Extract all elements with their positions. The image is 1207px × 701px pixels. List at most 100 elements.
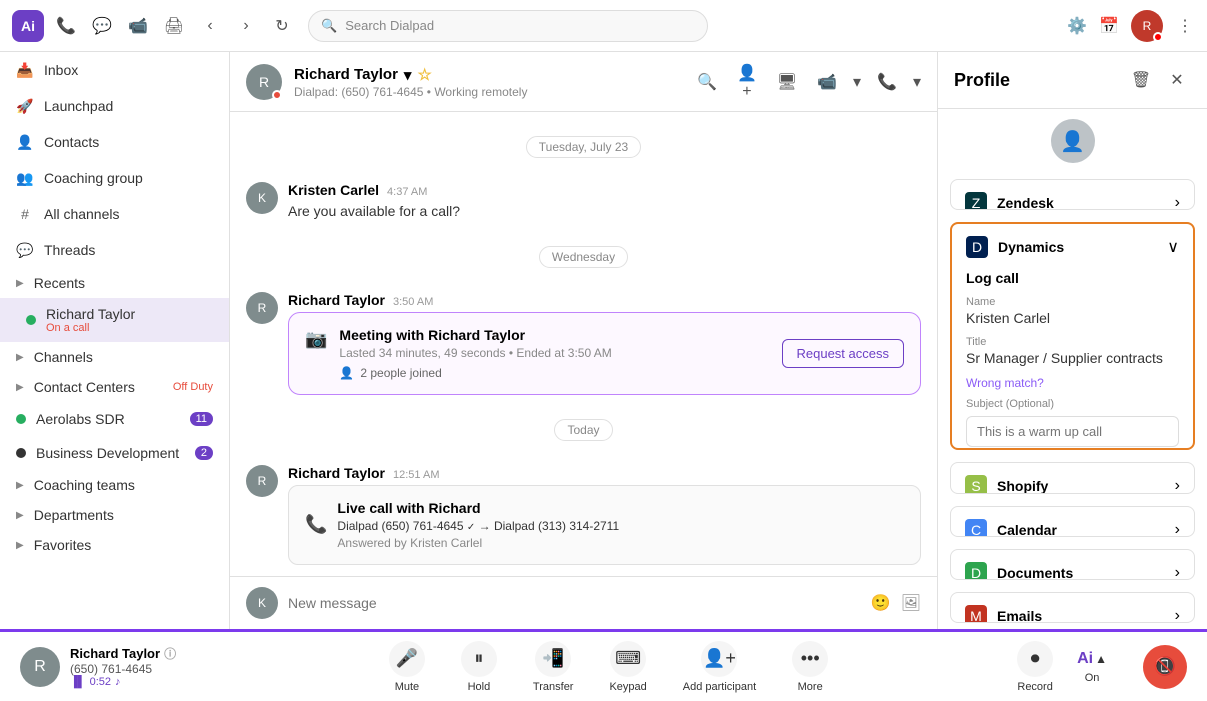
- video-icon[interactable]: 📹: [128, 16, 148, 36]
- more-action[interactable]: ••• More: [792, 641, 828, 693]
- phone-button[interactable]: 📞: [873, 68, 901, 96]
- message-input[interactable]: [288, 595, 861, 611]
- sidebar-item-inbox[interactable]: 📥 Inbox: [0, 52, 229, 88]
- sidebar-item-aerolabs-sdr[interactable]: Aerolabs SDR 11: [0, 402, 229, 436]
- live-card-answered: Answered by Kristen Carlel: [337, 536, 619, 550]
- user-avatar[interactable]: R: [1131, 10, 1163, 42]
- sidebar-channels-toggle[interactable]: ▶ Channels: [0, 342, 229, 372]
- chevron-favs-icon: ▶: [16, 540, 24, 551]
- documents-card: D Documents ›: [950, 549, 1195, 580]
- on-label: On: [1085, 672, 1100, 684]
- status-dot: [26, 315, 36, 325]
- dynamics-chevron: ∨: [1167, 237, 1179, 257]
- call-bar-right: ⏺ Record Ai ▲ On 📵: [1017, 641, 1187, 693]
- subject-input[interactable]: [966, 416, 1179, 447]
- video-call-button[interactable]: 📹: [813, 68, 841, 96]
- on-action[interactable]: Ai ▲ On: [1077, 650, 1107, 684]
- contact-avatar: R: [246, 64, 282, 100]
- emoji-icon[interactable]: 🙂: [871, 593, 891, 613]
- dynamics-name: Dynamics: [998, 239, 1064, 255]
- chat-input-avatar: K: [246, 587, 278, 619]
- main-layout: 📥 Inbox 🚀 Launchpad 👤 Contacts 👥 Coachin…: [0, 52, 1207, 629]
- sidebar-label-contacts: Contacts: [44, 134, 213, 150]
- calendar-header[interactable]: C Calendar ›: [951, 507, 1194, 537]
- close-profile-button[interactable]: ✕: [1163, 66, 1191, 94]
- sidebar-item-threads[interactable]: 💬 Threads: [0, 232, 229, 268]
- call-bar-avatar: R: [20, 647, 60, 687]
- keypad-action[interactable]: ⌨ Keypad: [609, 641, 646, 693]
- profile-header: Profile 🗑 ✕: [938, 52, 1207, 109]
- sidebar-contact-centers[interactable]: ▶ Contact Centers Off Duty: [0, 372, 229, 402]
- image-icon[interactable]: 🖼: [901, 593, 921, 613]
- dynamics-header[interactable]: D Dynamics ∨: [952, 224, 1193, 270]
- name-value: Kristen Carlel: [966, 310, 1179, 326]
- shopify-logo: S: [965, 475, 987, 493]
- sidebar-item-richard-taylor[interactable]: Richard Taylor On a call: [0, 298, 229, 342]
- call-card-info: Meeting with Richard Taylor Lasted 34 mi…: [339, 327, 611, 380]
- call-bar-name: Richard Taylor ⓘ: [70, 645, 176, 662]
- delete-profile-button[interactable]: 🗑: [1127, 66, 1155, 94]
- sender-name: Kristen Carlel: [288, 182, 379, 198]
- dropdown-arrow[interactable]: ▾: [404, 66, 412, 84]
- more-options-icon[interactable]: ⋮: [1175, 16, 1195, 36]
- nav-arrows: ‹ › ↻: [196, 12, 296, 40]
- shopify-header[interactable]: S Shopify ›: [951, 463, 1194, 493]
- zendesk-logo: Z: [965, 192, 987, 210]
- transfer-action[interactable]: 📲 Transfer: [533, 641, 574, 693]
- star-icon[interactable]: ☆: [417, 65, 431, 85]
- sidebar-coaching-teams[interactable]: ▶ Coaching teams: [0, 470, 229, 500]
- refresh-button[interactable]: ↻: [268, 12, 296, 40]
- message-row: K Kristen Carlel 4:37 AM Are you availab…: [246, 182, 921, 222]
- record-action[interactable]: ⏺ Record: [1017, 641, 1053, 693]
- keypad-label: Keypad: [609, 681, 646, 693]
- app-logo: Ai: [12, 10, 44, 42]
- hold-action[interactable]: ⏸ Hold: [461, 641, 497, 693]
- emails-header[interactable]: M Emails ›: [951, 593, 1194, 623]
- back-button[interactable]: ‹: [196, 12, 224, 40]
- chevron-depts-icon: ▶: [16, 510, 24, 521]
- sidebar-item-business-development[interactable]: Business Development 2: [0, 436, 229, 470]
- log-call-title: Log call: [966, 270, 1179, 286]
- settings-icon[interactable]: ⚙️: [1067, 16, 1087, 36]
- profile-header-actions: 🗑 ✕: [1127, 66, 1191, 94]
- calendar-icon[interactable]: 📅: [1099, 16, 1119, 36]
- chat-icon[interactable]: 💬: [92, 16, 112, 36]
- mute-action[interactable]: 🎤 Mute: [389, 641, 425, 693]
- phone-icon[interactable]: 📞: [56, 16, 76, 36]
- message-text: Are you available for a call?: [288, 202, 921, 222]
- record-icon: ⏺: [1017, 641, 1053, 677]
- sidebar-departments[interactable]: ▶ Departments: [0, 500, 229, 530]
- zendesk-chevron: ›: [1175, 194, 1180, 210]
- sidebar-item-launchpad[interactable]: 🚀 Launchpad: [0, 88, 229, 124]
- sidebar-favorites[interactable]: ▶ Favorites: [0, 530, 229, 560]
- request-access-button[interactable]: Request access: [782, 339, 905, 368]
- call-bar-duration: ▐▌ 0:52 ♪: [70, 676, 176, 688]
- contact-name: Richard Taylor ▾ ☆: [294, 65, 681, 85]
- video-dropdown[interactable]: ▾: [853, 72, 861, 92]
- topbar: Ai 📞 💬 📹 🖨 ‹ › ↻ 🔍 Search Dialpad ⚙️ 📅 R…: [0, 0, 1207, 52]
- sidebar-label-all-channels: All channels: [44, 206, 213, 222]
- bizdev-dot: [16, 448, 26, 458]
- emails-chevron: ›: [1175, 607, 1180, 623]
- sidebar-item-coaching-group[interactable]: 👥 Coaching group: [0, 160, 229, 196]
- end-call-button[interactable]: 📵: [1143, 645, 1187, 689]
- forward-button[interactable]: ›: [232, 12, 260, 40]
- documents-header[interactable]: D Documents ›: [951, 550, 1194, 580]
- sidebar-label-inbox: Inbox: [44, 62, 213, 78]
- add-participant-action[interactable]: 👤+ Add participant: [683, 641, 756, 693]
- add-person-button[interactable]: 👤+: [733, 68, 761, 96]
- search-chat-button[interactable]: 🔍: [693, 68, 721, 96]
- search-bar[interactable]: 🔍 Search Dialpad: [308, 10, 708, 42]
- screen-share-button[interactable]: 🖥: [773, 68, 801, 96]
- wrong-match-link[interactable]: Wrong match?: [966, 376, 1179, 390]
- print-icon[interactable]: 🖨: [164, 16, 184, 36]
- sidebar-recents-toggle[interactable]: ▶ Recents: [0, 268, 229, 298]
- off-duty-badge: Off Duty: [173, 381, 213, 393]
- chat-input-icons: 🙂 🖼: [871, 593, 921, 613]
- date-divider-tuesday: Tuesday, July 23: [246, 136, 921, 158]
- sidebar-item-contacts[interactable]: 👤 Contacts: [0, 124, 229, 160]
- sidebar-item-all-channels[interactable]: # All channels: [0, 196, 229, 232]
- phone-dropdown[interactable]: ▾: [913, 72, 921, 92]
- name-label: Name: [966, 296, 1179, 308]
- zendesk-header[interactable]: Z Zendesk ›: [951, 180, 1194, 210]
